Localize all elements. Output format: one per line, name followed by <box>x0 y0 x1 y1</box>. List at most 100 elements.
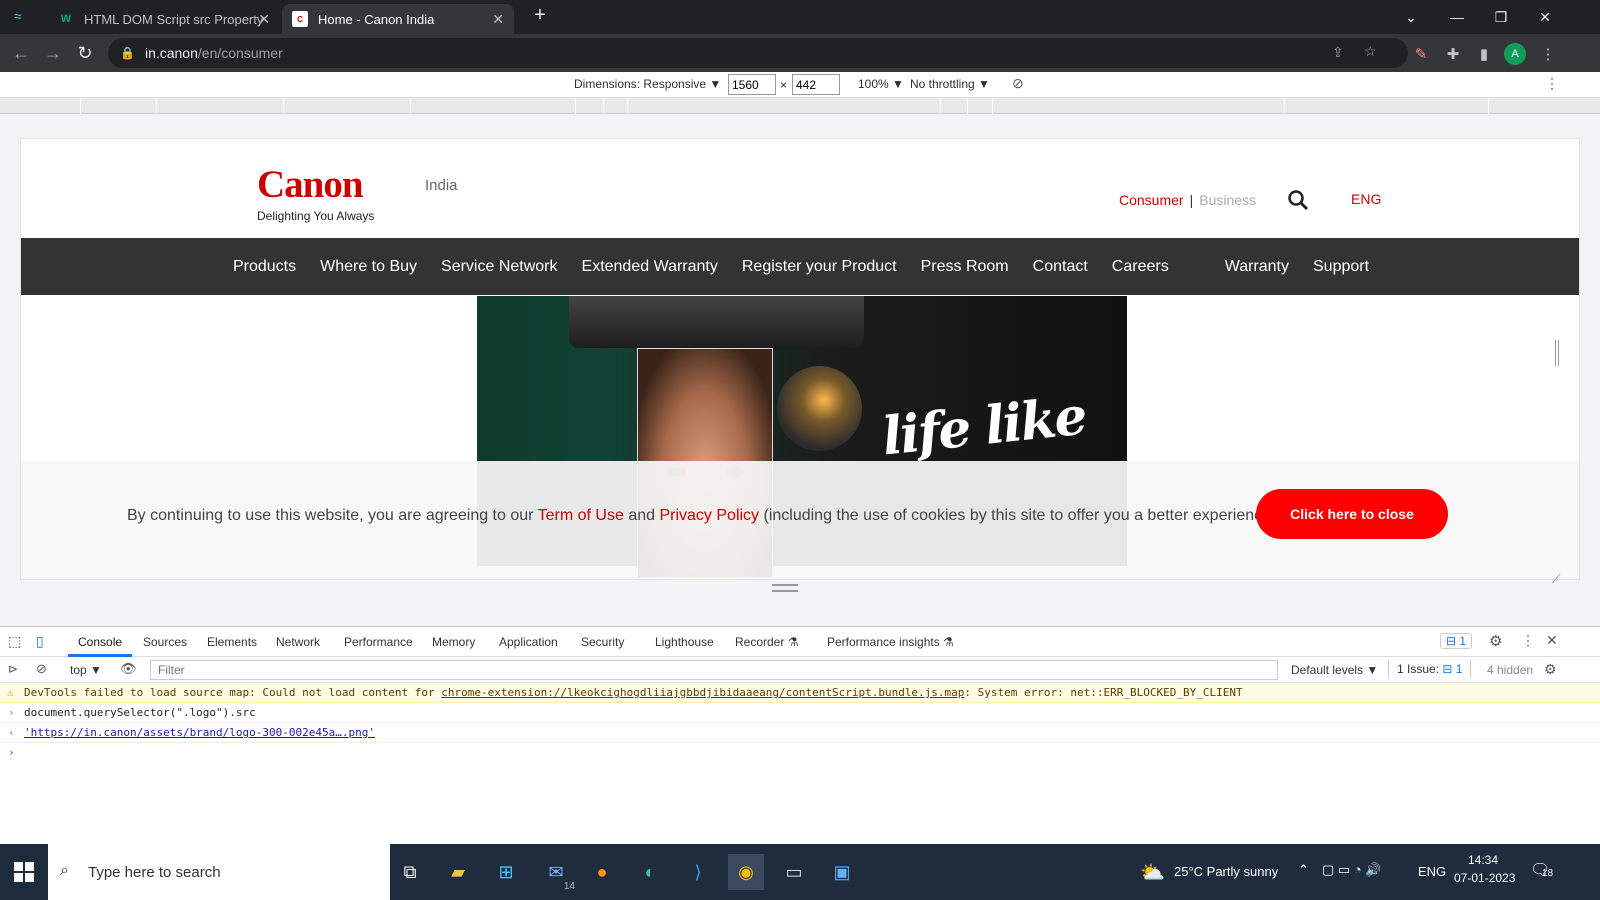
console-output-link[interactable]: 'https://in.canon/assets/brand/logo-300-… <box>24 726 375 739</box>
tab-search-chevron-icon[interactable]: ⌄ <box>1388 0 1434 34</box>
taskbar-search-box[interactable]: ⌕ Type here to search <box>48 844 390 900</box>
tab-console[interactable]: Console <box>78 635 122 649</box>
tray-chevron-icon[interactable]: ⌃ <box>1298 862 1309 878</box>
side-panel-icon[interactable]: ▮ <box>1473 43 1495 65</box>
viewport-width-input[interactable] <box>728 74 776 95</box>
browser-menu-icon[interactable]: ⋮ <box>1537 43 1559 65</box>
nav-register-product[interactable]: Register your Product <box>730 258 909 276</box>
clock-time[interactable]: 14:34 <box>1468 853 1498 867</box>
nav-service-network[interactable]: Service Network <box>429 258 569 276</box>
share-icon[interactable]: ⇪ <box>1332 44 1344 61</box>
notification-icon[interactable]: 🗨 18 <box>1530 860 1553 880</box>
terms-of-use-link[interactable]: Term of Use <box>538 507 624 524</box>
close-devtools-icon[interactable]: ✕ <box>1546 632 1558 649</box>
tab-application[interactable]: Application <box>499 635 558 649</box>
file-explorer-icon[interactable]: ▰ <box>440 854 476 890</box>
console-prompt[interactable]: › <box>0 743 1600 763</box>
nav-careers[interactable]: Careers <box>1100 258 1181 276</box>
nav-products[interactable]: Products <box>221 258 308 276</box>
console-output-line: ‹ 'https://in.canon/assets/brand/logo-30… <box>0 723 1600 743</box>
cookie-close-button[interactable]: Click here to close <box>1256 489 1448 539</box>
settings-gear-icon[interactable]: ⚙ <box>1489 632 1502 650</box>
tab-lighthouse[interactable]: Lighthouse <box>655 635 714 649</box>
close-tab-icon[interactable]: ✕ <box>492 11 504 28</box>
terminal-icon[interactable]: ▭ <box>776 854 812 890</box>
store-icon[interactable]: ⊞ <box>488 854 524 890</box>
firefox-icon[interactable]: ● <box>584 854 620 890</box>
nav-extended-warranty[interactable]: Extended Warranty <box>570 258 730 276</box>
weather-text[interactable]: 25°C Partly sunny <box>1174 864 1278 879</box>
viewport-height-input[interactable] <box>792 74 840 95</box>
context-selector[interactable]: top ▼ <box>70 663 102 677</box>
corner-resize-icon[interactable]: ⟋ <box>1552 572 1560 587</box>
address-bar[interactable]: 🔒 in.canon/en/consumer ⇪ ☆ <box>108 38 1408 68</box>
chrome-icon[interactable]: ◉ <box>728 854 764 890</box>
dimensions-dropdown[interactable]: Dimensions: Responsive ▼ <box>574 77 721 91</box>
input-language[interactable]: ENG <box>1418 864 1446 879</box>
nav-where-to-buy[interactable]: Where to Buy <box>308 258 429 276</box>
nav-contact[interactable]: Contact <box>1021 258 1100 276</box>
sidebar-toggle-icon[interactable]: ⊳ <box>8 662 18 676</box>
tab-search-icon[interactable]: ≈ <box>14 8 36 26</box>
issues-badge[interactable]: ⊟ 1 <box>1440 633 1473 649</box>
tab-elements[interactable]: Elements <box>207 635 257 649</box>
tab-memory[interactable]: Memory <box>432 635 475 649</box>
tab-performance-insights[interactable]: Performance insights ⚗ <box>827 635 954 649</box>
tray-icons[interactable]: ▢ ▭ ◔ 🔊 <box>1322 862 1381 878</box>
side-resize-handle[interactable] <box>1555 340 1559 366</box>
tab-performance[interactable]: Performance <box>344 635 413 649</box>
profile-avatar[interactable]: A <box>1504 43 1526 65</box>
nav-support[interactable]: Support <box>1301 258 1381 276</box>
forward-icon[interactable]: → <box>40 40 66 66</box>
console-filter-input[interactable]: Filter <box>150 660 1278 680</box>
device-toggle-icon[interactable]: ▯ <box>36 633 44 650</box>
canon-logo[interactable]: Canon Delighting You Always <box>257 165 374 223</box>
tab-security[interactable]: Security <box>581 635 624 649</box>
nav-warranty[interactable]: Warranty <box>1213 258 1301 276</box>
business-link[interactable]: Business <box>1199 192 1256 208</box>
devtools-menu-icon[interactable]: ⋮ <box>1521 632 1535 649</box>
tab-network[interactable]: Network <box>276 635 320 649</box>
media-query-ruler[interactable] <box>0 98 1600 114</box>
viewport-resize-handle[interactable] <box>772 584 798 592</box>
devtools-panel: ⬚ ▯ Console Sources Elements Network Per… <box>0 626 1600 844</box>
search-icon[interactable] <box>1287 189 1309 211</box>
back-icon[interactable]: ← <box>8 40 34 66</box>
bookmark-star-icon[interactable]: ☆ <box>1364 43 1377 60</box>
privacy-policy-link[interactable]: Privacy Policy <box>659 507 759 524</box>
photos-icon[interactable]: ▣ <box>824 854 860 890</box>
restore-icon[interactable]: ❐ <box>1478 0 1524 34</box>
device-menu-icon[interactable]: ⋮ <box>1545 75 1559 92</box>
tab-recorder[interactable]: Recorder ⚗ <box>735 635 798 649</box>
issues-counter[interactable]: 1 Issue: ⊟ 1 <box>1388 660 1472 678</box>
vscode-icon[interactable]: ⟩ <box>680 854 716 890</box>
extension-pen-icon[interactable]: ✎ <box>1410 43 1432 65</box>
console-settings-icon[interactable]: ⚙ <box>1544 661 1557 678</box>
windows-start-icon[interactable] <box>14 862 34 882</box>
edge-icon[interactable]: ◐ <box>632 854 668 890</box>
source-map-link[interactable]: chrome-extension://lkeokcighogdliiajgbbd… <box>441 686 964 699</box>
task-view-icon[interactable]: ⧉ <box>392 854 428 890</box>
tab-html-dom[interactable]: W HTML DOM Script src Property ✕ <box>48 4 280 34</box>
search-icon: ⌕ <box>60 862 69 879</box>
consumer-link[interactable]: Consumer <box>1119 192 1184 208</box>
extensions-puzzle-icon[interactable]: ✚ <box>1442 43 1464 65</box>
close-window-icon[interactable]: ✕ <box>1522 0 1568 34</box>
log-levels-dropdown[interactable]: Default levels ▼ <box>1291 663 1378 677</box>
tab-sources[interactable]: Sources <box>143 635 187 649</box>
clock-date[interactable]: 07-01-2023 <box>1454 871 1515 885</box>
new-tab-icon[interactable]: + <box>527 4 553 30</box>
clear-console-icon[interactable]: ⊘ <box>36 661 47 677</box>
live-expression-eye-icon[interactable]: 👁 <box>120 661 137 677</box>
inspect-element-icon[interactable]: ⬚ <box>8 633 21 650</box>
tab-canon-home[interactable]: C Home - Canon India ✕ <box>282 4 514 34</box>
throttling-dropdown[interactable]: No throttling ▼ <box>910 77 990 91</box>
zoom-dropdown[interactable]: 100% ▼ <box>858 77 904 91</box>
rotate-icon[interactable]: ⊘ <box>1012 75 1024 92</box>
minimize-icon[interactable]: — <box>1434 0 1480 34</box>
nav-press-room[interactable]: Press Room <box>909 258 1021 276</box>
mail-icon[interactable]: ✉ 14 <box>538 854 578 892</box>
reload-icon[interactable]: ↻ <box>72 40 98 66</box>
language-selector[interactable]: ENG <box>1351 191 1381 207</box>
close-tab-icon[interactable]: ✕ <box>258 11 270 28</box>
